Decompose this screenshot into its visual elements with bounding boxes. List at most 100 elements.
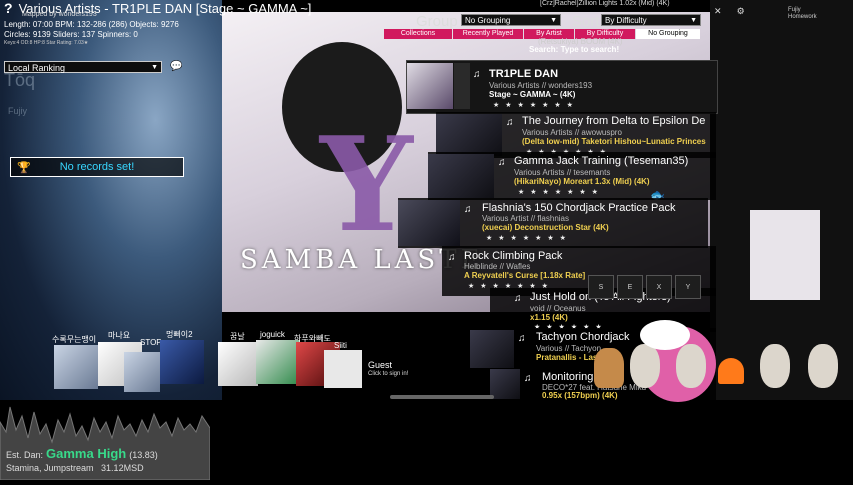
beatmap-stats-line1: Length: 07:00 BPM: 132-286 (286) Objects… [4, 20, 179, 29]
song-title: Flashnia's 150 Chordjack Practice Pack [482, 202, 676, 214]
friend-name: 마나요 [108, 331, 131, 340]
mod-button-y[interactable]: Y [675, 275, 701, 299]
song-difficulty: (HikariNayo) Moreart 1.3x (Mid) (4K) [514, 177, 650, 186]
song-difficulty: x1.15 (4K) [530, 313, 568, 322]
song-difficulty: (Delta low-mid) Taketori Hishou~Lunatic … [522, 137, 706, 146]
tab-no-grouping[interactable]: No Grouping [636, 29, 700, 39]
top-right-icons: ✕ ⚙ [714, 6, 745, 17]
friend-avatar[interactable] [218, 342, 258, 386]
sort-label: Sort [572, 13, 600, 30]
est-dan-value: Gamma High [46, 446, 127, 461]
friend-name: 하푸와빼도 [294, 334, 331, 343]
song-thumbnail [470, 330, 514, 368]
song-artist: Various Artists // awowuspro [522, 128, 622, 137]
top-right-caption: Fujiy Homework [788, 7, 817, 20]
est-dan-label: Est. Dan: [6, 450, 44, 460]
friend-name: 멍뻐이2 [166, 330, 193, 339]
chevron-down-icon: ▼ [151, 64, 158, 71]
song-thumbnail [428, 154, 494, 198]
mod-button-e[interactable]: E [617, 275, 643, 299]
friend-avatar[interactable] [160, 340, 204, 384]
msd-info: Stamina, Jumpstream 31.12MSD [6, 463, 144, 473]
song-thumbnail [490, 369, 520, 399]
background-ghost-text-small: Fujiy [8, 106, 28, 116]
horizontal-scrollbar[interactable] [390, 395, 494, 399]
ranking-value: Local Ranking [8, 63, 66, 73]
guest-avatar[interactable] [324, 350, 362, 388]
search-hint[interactable]: Search: Type to search! [529, 45, 619, 54]
group-dropdown[interactable]: No Grouping ▼ [461, 14, 561, 26]
guest-name[interactable]: Guest [368, 360, 392, 370]
top-right-song-text: [Crz]Rachel]Zillion Lights 1.02x (Mid) (… [540, 0, 670, 7]
difficulty-stars: ★★★★★★★ [486, 235, 572, 242]
tab-collections[interactable]: Collections [384, 29, 452, 39]
song-artist: Various Artist // flashnias [482, 214, 569, 223]
mapper-label: Mapped by wonders193 [22, 11, 97, 18]
song-artist: void // Oceanus [530, 304, 586, 313]
group-value: No Grouping [465, 16, 511, 25]
friend-avatar[interactable] [124, 352, 160, 392]
friend-name: STOP [140, 338, 162, 347]
beatmap-stats-line3: Keys:4 OD:8 HP:8 Star Rating: 7.03★ [4, 40, 89, 46]
piano-keys-icon: ♫ [524, 373, 532, 384]
records-panel: 🏆 No records set! [10, 157, 184, 177]
song-title: Monitoring [542, 371, 594, 383]
tab-recently-played[interactable]: Recently Played [453, 29, 523, 39]
cat-icon [676, 344, 706, 388]
chevron-down-icon: ▼ [550, 17, 557, 24]
cat-icon [808, 344, 838, 388]
msd-skillsets: Stamina, Jumpstream [6, 463, 94, 473]
friend-avatar[interactable] [54, 345, 98, 389]
song-title: The Journey from Delta to Epsilon De [522, 115, 706, 127]
group-label: Group [416, 13, 458, 30]
piano-keys-icon: ♫ [498, 157, 506, 168]
speech-bubble [640, 320, 690, 350]
cat-decoration [590, 318, 853, 400]
friend-name: Siiti [334, 341, 347, 350]
friend-name: 수록무는맹이 [52, 335, 97, 344]
settings-icon[interactable]: ⚙ [737, 6, 745, 16]
sort-dropdown[interactable]: By Difficulty ▼ [601, 14, 701, 26]
difficulty-stars: ★★★★★★★ [493, 102, 579, 109]
beatmap-stats-line2: Circles: 9139 Sliders: 137 Spinners: 0 [4, 30, 138, 39]
piano-keys-icon: ♫ [514, 293, 522, 304]
song-thumbnail [407, 63, 453, 109]
song-title: TR1PLE DAN [489, 68, 559, 80]
song-card[interactable]: ♫ Gamma Jack Training (Teseman35) Variou… [428, 152, 716, 202]
song-card-selected[interactable]: ♫ TR1PLE DAN Various Artists // wonders1… [406, 60, 718, 114]
song-card[interactable]: ♫ Flashnia's 150 Chordjack Practice Pack… [398, 198, 708, 248]
song-thumbnail-alt [454, 63, 470, 109]
mod-button-s[interactable]: S [588, 275, 614, 299]
guitar-icon [594, 348, 624, 388]
campfire-icon [718, 358, 744, 384]
song-thumbnail [436, 114, 502, 156]
ranking-dropdown[interactable]: Local Ranking ▼ [4, 61, 162, 73]
sort-value: By Difficulty [605, 16, 647, 25]
friend-avatar[interactable] [256, 340, 300, 384]
piano-keys-icon: ♫ [464, 204, 472, 215]
chevron-down-icon: ▼ [690, 17, 697, 24]
friend-name: 꿈날 [230, 332, 245, 341]
chat-icon[interactable]: 💬 [170, 61, 182, 72]
sign-in-hint[interactable]: Click to sign in! [368, 371, 408, 377]
no-records-label: No records set! [59, 161, 135, 173]
song-artist: Helblinde // Wafles [464, 262, 531, 271]
piano-keys-icon: ♫ [506, 117, 514, 128]
song-artist: Various Artists // wonders193 [489, 81, 593, 90]
friend-name: joguick [260, 330, 285, 339]
song-difficulty: (xuecai) Deconstruction Star (4K) [482, 223, 609, 232]
close-icon[interactable]: ✕ [714, 6, 722, 16]
difficulty-stars: ★★★★★★★ [518, 189, 604, 196]
question-mark-icon: ? [4, 0, 13, 16]
mod-button-x[interactable]: X [646, 275, 672, 299]
song-difficulty: Stage ~ GAMMA ~ (4K) [489, 90, 576, 99]
piano-keys-icon: ♫ [518, 333, 526, 344]
song-title: Rock Climbing Pack [464, 250, 563, 262]
song-thumbnail [398, 200, 460, 246]
cat-icon [630, 344, 660, 388]
song-difficulty: A Reyvatell's Curse [1.18x Rate] [464, 271, 586, 280]
right-character-thumb [750, 210, 820, 300]
song-title: Gamma Jack Training (Teseman35) [514, 155, 689, 167]
cat-icon [760, 344, 790, 388]
song-artist: Various Artists // tesemants [514, 168, 611, 177]
